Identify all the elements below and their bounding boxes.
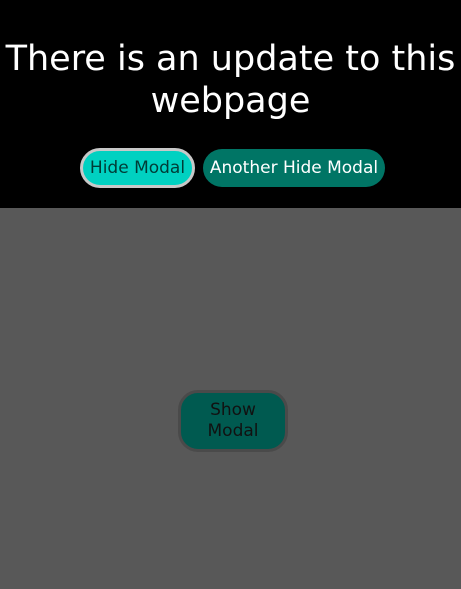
hide-modal-button[interactable]: Hide Modal [80,148,195,188]
another-hide-modal-button[interactable]: Another Hide Modal [203,149,385,187]
update-modal: There is an update to this webpage Hide … [0,0,461,208]
show-modal-button[interactable]: Show Modal [178,390,288,452]
modal-title: There is an update to this webpage [5,39,456,121]
